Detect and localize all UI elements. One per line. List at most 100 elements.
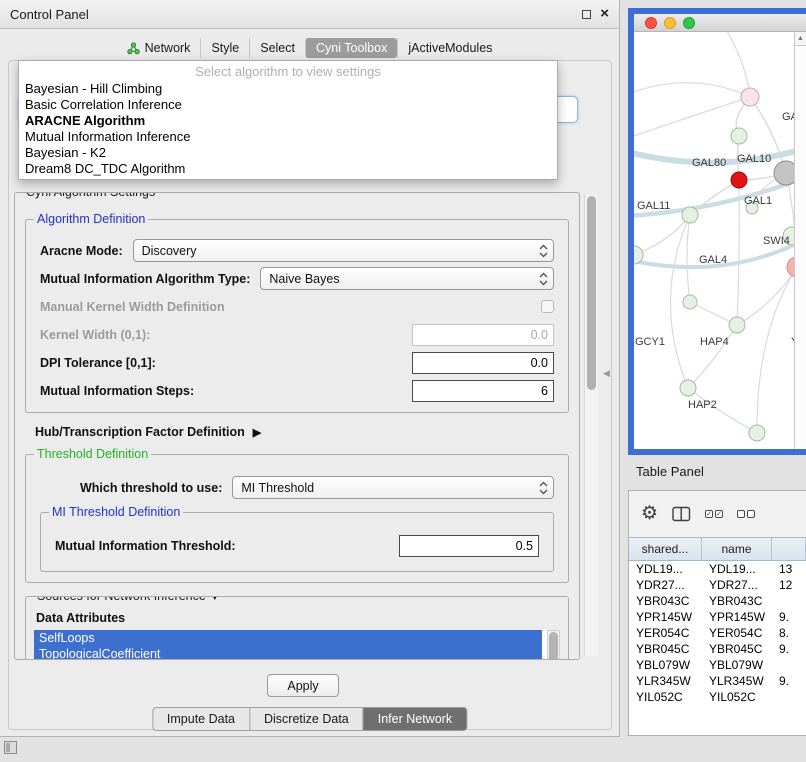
table-row[interactable]: YBR045CYBR045C9.	[629, 641, 806, 657]
table-body: YDL19...YDL19...13YDR27...YDR27...12YBR0…	[629, 561, 806, 735]
settings-scroll-thumb[interactable]	[587, 196, 596, 390]
tab-jactivemodules[interactable]: jActiveModules	[397, 38, 502, 58]
threshold-definition-group: Threshold Definition Which threshold to …	[25, 454, 569, 583]
tab-impute-data[interactable]: Impute Data	[152, 707, 250, 731]
show-panel-icon[interactable]	[4, 741, 17, 754]
network-icon	[127, 42, 140, 55]
minimize-traffic-icon[interactable]	[664, 17, 676, 29]
manual-kernel-checkbox[interactable]	[541, 300, 554, 313]
attributes-scroll-thumb[interactable]	[549, 632, 558, 660]
table-row[interactable]: YDR27...YDR27...12	[629, 577, 806, 593]
column-header[interactable]: shared...	[629, 538, 702, 560]
select-arrows-icon	[539, 272, 548, 286]
table-panel-title: Table Panel	[636, 464, 704, 479]
node-label: GAL11	[637, 200, 670, 212]
node-label: GAL1	[744, 195, 772, 207]
table-cell: YBR043C	[629, 594, 702, 608]
network-edge	[690, 180, 739, 215]
tab-infer-network[interactable]: Infer Network	[364, 707, 467, 731]
tab-label: Select	[260, 41, 295, 55]
checked-boxes-icon[interactable]: ✓✓	[705, 510, 723, 518]
algorithm-option[interactable]: Bayesian - K2	[19, 145, 557, 161]
table-cell: YBR043C	[702, 594, 772, 608]
select-arrows-icon	[539, 244, 548, 258]
algorithm-option[interactable]: Bayesian - Hill Climbing	[19, 81, 557, 97]
table-cell: 9.	[772, 610, 806, 624]
tab-style[interactable]: Style	[200, 38, 249, 58]
mi-type-value: Naive Bayes	[269, 272, 539, 286]
table-cell: 8.	[772, 626, 806, 640]
network-node[interactable]	[731, 128, 747, 144]
network-node[interactable]	[741, 88, 759, 106]
algorithm-option[interactable]: Basic Correlation Inference	[19, 97, 557, 113]
zoom-traffic-icon[interactable]	[683, 17, 695, 29]
mi-type-select[interactable]: Naive Bayes	[260, 267, 554, 290]
network-node[interactable]	[787, 257, 794, 277]
unchecked-boxes-icon[interactable]	[737, 510, 755, 518]
network-scrollbar[interactable]: ▲	[794, 32, 806, 449]
network-node[interactable]	[729, 317, 745, 333]
network-node[interactable]	[774, 161, 794, 185]
aracne-mode-label: Aracne Mode:	[40, 244, 123, 258]
table-cell: 9.	[772, 642, 806, 656]
splitter-arrow-icon[interactable]: ◀	[603, 368, 610, 379]
tab-discretize-data[interactable]: Discretize Data	[250, 707, 364, 731]
network-node[interactable]	[683, 295, 697, 309]
table-cell: YDL19...	[702, 562, 772, 576]
mi-threshold-label: Mutual Information Threshold:	[55, 539, 236, 553]
scroll-up-icon[interactable]: ▲	[795, 32, 806, 46]
algorithm-option[interactable]: Mutual Information Inference	[19, 129, 557, 145]
table-row[interactable]: YLR345WYLR345W9.	[629, 673, 806, 689]
tab-cyni-toolbox[interactable]: Cyni Toolbox	[305, 38, 397, 58]
algorithm-option[interactable]: Dream8 DC_TDC Algorithm	[19, 161, 557, 177]
columns-icon[interactable]	[672, 506, 691, 522]
close-traffic-icon[interactable]	[645, 17, 657, 29]
table-panel-window: ⚙ ✓✓ shared...name YDL19...YDL19...13YDR…	[628, 490, 806, 736]
network-view-window: GAL8GAL80GAL10GAL11GAL1SWI4GAL4GCY1HAP4Y…	[628, 8, 806, 455]
kernel-width-label: Kernel Width (0,1):	[40, 328, 150, 342]
aracne-mode-select[interactable]: Discovery	[133, 239, 554, 262]
network-node[interactable]	[680, 380, 696, 396]
kernel-width-input[interactable]	[412, 324, 554, 346]
node-label: SWI4	[763, 235, 790, 247]
apply-button[interactable]: Apply	[267, 674, 339, 697]
mi-steps-label: Mutual Information Steps:	[40, 384, 194, 398]
attribute-item[interactable]: SelfLoops	[34, 630, 542, 646]
float-window-icon[interactable]	[582, 10, 591, 19]
mi-threshold-input[interactable]	[399, 535, 539, 557]
table-row[interactable]: YPR145WYPR145W9.	[629, 609, 806, 625]
table-row[interactable]: YER054CYER054C8.	[629, 625, 806, 641]
hub-section-header[interactable]: Hub/Transcription Factor Definition ▶	[35, 425, 559, 439]
network-edge	[757, 267, 794, 433]
table-row[interactable]: YBR043CYBR043C	[629, 593, 806, 609]
table-row[interactable]: YBL079WYBL079W	[629, 657, 806, 673]
network-node[interactable]	[731, 172, 747, 188]
which-threshold-select[interactable]: MI Threshold	[232, 476, 554, 499]
dpi-tolerance-input[interactable]	[412, 352, 554, 374]
mi-steps-input[interactable]	[412, 380, 554, 402]
column-header[interactable]: name	[702, 538, 772, 560]
close-icon[interactable]: ×	[600, 7, 609, 21]
tab-network[interactable]: Network	[117, 38, 201, 58]
network-window-titlebar[interactable]	[634, 14, 806, 32]
network-node[interactable]	[682, 207, 698, 223]
tab-select[interactable]: Select	[249, 38, 305, 58]
table-cell: 13	[772, 562, 806, 576]
network-edge	[688, 325, 737, 388]
mi-threshold-definition-title: MI Threshold Definition	[49, 505, 183, 520]
attributes-scrollbar[interactable]	[547, 630, 560, 660]
column-header[interactable]	[772, 538, 806, 560]
kernel-width-row: Kernel Width (0,1):	[40, 323, 554, 346]
table-row[interactable]: YDL19...YDL19...13	[629, 561, 806, 577]
sources-title-label[interactable]: Sources for Network Inference	[37, 596, 206, 603]
attribute-item[interactable]: TopologicalCoefficient	[34, 646, 542, 660]
algorithm-option[interactable]: ARACNE Algorithm	[19, 113, 557, 129]
network-canvas[interactable]: GAL8GAL80GAL10GAL11GAL1SWI4GAL4GCY1HAP4Y…	[634, 32, 806, 449]
which-threshold-value: MI Threshold	[241, 481, 539, 495]
gear-icon[interactable]: ⚙	[641, 504, 658, 524]
table-row[interactable]: YIL052CYIL052C	[629, 689, 806, 705]
algorithm-popup-placeholder[interactable]: Select algorithm to view settings	[19, 63, 557, 81]
network-node[interactable]	[749, 425, 765, 441]
settings-scrollbar[interactable]	[584, 194, 598, 656]
network-window-inner: GAL8GAL80GAL10GAL11GAL1SWI4GAL4GCY1HAP4Y…	[634, 14, 806, 449]
